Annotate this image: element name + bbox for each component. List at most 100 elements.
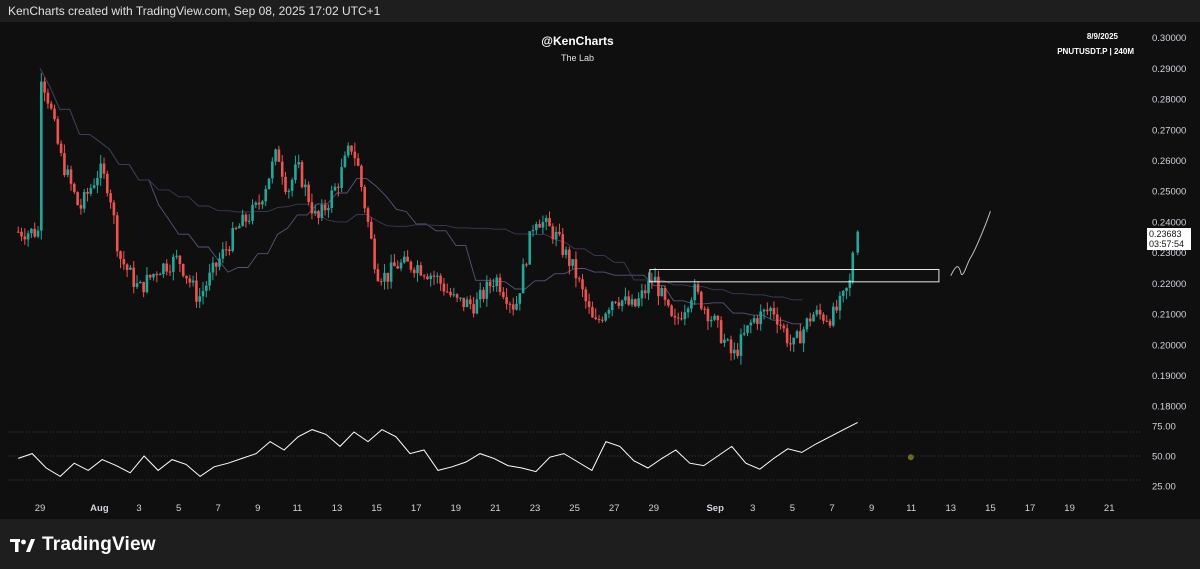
candle-body [851, 252, 855, 282]
y-tick-label: 0.25000 [1152, 187, 1186, 198]
candle-body [488, 281, 492, 287]
candle-body [294, 164, 297, 180]
candle-body [505, 297, 508, 304]
candle-body [782, 325, 786, 329]
candle-body [261, 201, 264, 205]
candle-body [92, 185, 96, 188]
candle-body [99, 163, 103, 178]
candle-body [445, 291, 449, 293]
candle-body [472, 304, 475, 314]
candle-body [333, 186, 337, 191]
candle-body [96, 177, 99, 186]
candle-body [366, 208, 370, 222]
candle-body [630, 299, 634, 305]
candle-body [485, 281, 489, 299]
candle-body [370, 221, 373, 239]
candle-body [762, 309, 766, 312]
chart-area[interactable]: 0.30000 0.29000 0.28000 0.27000 0.26000 0.250… [0, 22, 1200, 519]
candle-body [69, 169, 73, 184]
candle-body [848, 280, 852, 288]
candle-body [815, 309, 819, 315]
tradingview-logo[interactable]: TradingView [10, 534, 156, 556]
x-tick-label: Aug [90, 503, 109, 514]
candle-body [756, 318, 759, 325]
candle-body [492, 286, 495, 288]
y-tick-label: 0.28000 [1152, 95, 1186, 106]
candle-body [185, 275, 188, 279]
last-price: 0.23683 [1149, 229, 1182, 239]
y-tick-label: 0.20000 [1152, 340, 1186, 351]
candle-body [581, 279, 584, 290]
candle-body [386, 272, 390, 282]
candle-body [436, 275, 439, 277]
candle-body [561, 234, 565, 255]
candle-body [406, 256, 409, 262]
header-caption: KenCharts created with TradingView.com, … [0, 0, 1200, 22]
candle-body [624, 296, 627, 301]
candle-body [313, 211, 317, 214]
x-tick-label: 15 [985, 503, 996, 514]
candle-body [122, 259, 126, 265]
candle-body [40, 81, 43, 231]
candle-body [376, 269, 380, 282]
x-tick-label: 29 [649, 503, 660, 514]
candle-body [856, 231, 860, 253]
candle-body [181, 264, 185, 276]
x-tick-label: 19 [451, 503, 462, 514]
candle-body [564, 249, 568, 255]
bar-countdown: 03:57:54 [1149, 239, 1185, 249]
candle-body [247, 220, 251, 222]
candle-body [119, 251, 122, 260]
candle-body [700, 291, 703, 309]
x-tick-label: 21 [1104, 503, 1115, 514]
x-tick-label: 29 [35, 503, 46, 514]
candle-body [601, 319, 604, 321]
candle-body [228, 249, 231, 251]
candle-body [749, 322, 753, 326]
candle-body [627, 296, 631, 305]
candle-body [759, 311, 763, 325]
candle-body [76, 192, 79, 206]
rsi-tick-label: 25.00 [1152, 482, 1176, 493]
candle-body [327, 207, 330, 211]
candle-body [772, 307, 776, 315]
candle-body [43, 81, 46, 93]
candle-body [736, 349, 739, 356]
candle-body [234, 228, 238, 230]
resistance-box[interactable] [649, 269, 940, 283]
x-tick-label: 19 [1064, 503, 1075, 514]
candle-body [442, 283, 446, 292]
candle-body [584, 289, 588, 302]
candle-body [284, 176, 287, 192]
price-chart[interactable]: 0.30000 0.29000 0.28000 0.27000 0.26000 0.250… [0, 22, 1200, 519]
rsi-marker [907, 454, 914, 461]
candle-body [244, 214, 248, 222]
candle-body [26, 233, 30, 240]
candle-body [690, 300, 693, 309]
candle-body [165, 263, 169, 272]
candle-body [254, 202, 258, 205]
candle-body [191, 280, 195, 283]
candle-body [709, 319, 713, 322]
candle-body [508, 303, 512, 305]
candle-body [211, 262, 215, 273]
candle-body [49, 103, 53, 109]
candle-body [640, 290, 644, 299]
candle-body [323, 204, 327, 211]
candle-body [115, 215, 119, 252]
candle-body [607, 309, 611, 314]
candle-body [412, 269, 416, 274]
candle-body [511, 304, 515, 310]
candle-body [752, 318, 756, 323]
footer: TradingView [0, 519, 1200, 569]
candle-body [280, 161, 284, 177]
candle-body [703, 308, 706, 310]
x-tick-label: 7 [216, 503, 221, 514]
candle-body [647, 280, 650, 294]
candle-body [346, 145, 350, 156]
candle-body [152, 273, 155, 278]
x-tick-label: 17 [1025, 503, 1036, 514]
candle-body [620, 300, 624, 307]
candle-body [135, 283, 139, 287]
candle-body [231, 228, 235, 251]
